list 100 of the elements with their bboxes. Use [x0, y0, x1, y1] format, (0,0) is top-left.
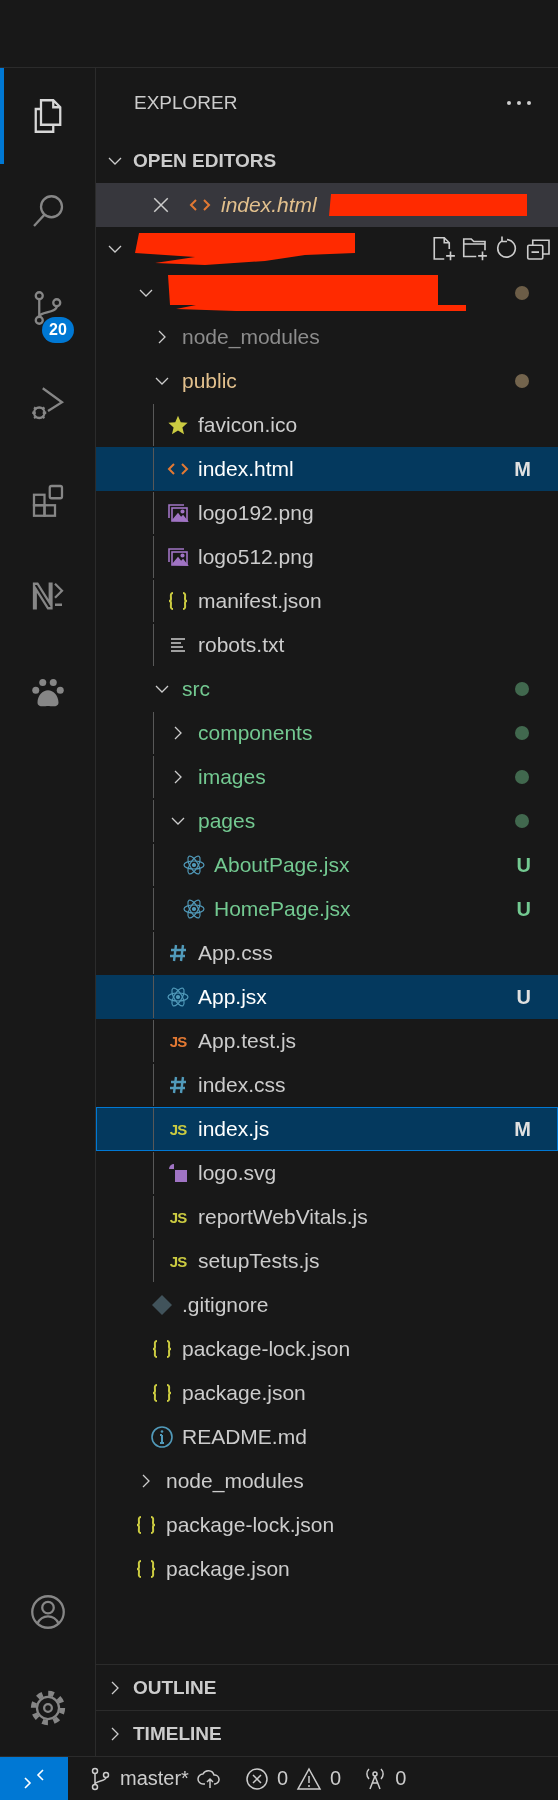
tree-item[interactable]: components	[96, 711, 558, 755]
tree-item[interactable]: src	[96, 667, 558, 711]
tree-item[interactable]: logo.svg	[96, 1151, 558, 1195]
file-name: robots.txt	[198, 633, 285, 657]
tree-item[interactable]: index.css	[96, 1063, 558, 1107]
file-name: index.js	[198, 1117, 270, 1141]
remote-icon	[23, 1767, 45, 1790]
file-name: App.jsx	[198, 985, 267, 1009]
js-file-icon: JS	[169, 1252, 187, 1270]
section-header[interactable]: OUTLINE	[96, 1664, 558, 1710]
tree-item[interactable]: manifest.json	[96, 579, 558, 623]
tree-item[interactable]: App.css	[96, 931, 558, 975]
file-name: src	[182, 677, 210, 701]
tree-item[interactable]: logo192.png	[96, 491, 558, 535]
file-name: HomePage.jsx	[214, 897, 351, 921]
file-name: App.test.js	[198, 1029, 297, 1053]
section-title: TIMELINE	[133, 1722, 222, 1745]
atom-icon	[182, 854, 206, 876]
lines-icon	[169, 637, 187, 653]
tree-item[interactable]: package.json	[96, 1547, 558, 1591]
tree-item[interactable]: App.jsx U	[96, 975, 558, 1019]
tree-item[interactable]: JS index.js M	[96, 1107, 558, 1151]
count-badge: 20	[42, 317, 74, 343]
file-name: App.css	[198, 941, 273, 965]
info-icon	[150, 1425, 174, 1449]
ports-count: 0	[395, 1767, 407, 1790]
file-name: .gitignore	[182, 1293, 269, 1317]
atom-icon	[166, 986, 190, 1008]
branch-status[interactable]: master*	[90, 1766, 223, 1791]
tree-item[interactable]: .gitignore	[96, 1283, 558, 1327]
braces-icon	[135, 1515, 157, 1535]
ports-status[interactable]: 0	[363, 1766, 407, 1791]
file-name: manifest.json	[198, 589, 322, 613]
braces-icon	[151, 1339, 173, 1359]
section-title: OPEN EDITORS	[133, 149, 277, 172]
file-name: node_modules	[166, 1469, 304, 1493]
tree-item[interactable]: node_modules	[96, 315, 558, 359]
git-status-letter: U	[516, 853, 531, 877]
section-title: OUTLINE	[133, 1676, 217, 1699]
tree-item[interactable]: JS App.test.js	[96, 1019, 558, 1063]
branch-icon	[90, 1766, 112, 1791]
file-name: setupTests.js	[198, 1249, 320, 1273]
section-header[interactable]: TIMELINE	[96, 1710, 558, 1756]
close-icon[interactable]	[152, 196, 170, 214]
js-file-icon: JS	[169, 1208, 187, 1226]
problems-status[interactable]: 0 0	[244, 1766, 342, 1791]
code-brackets-icon	[167, 461, 189, 477]
file-name: index.css	[198, 1073, 286, 1097]
tree-item[interactable]: README.md	[96, 1415, 558, 1459]
warning-count: 0	[330, 1767, 342, 1790]
braces-icon	[135, 1559, 157, 1579]
file-name: public	[182, 369, 237, 393]
file-name: index.html	[198, 457, 294, 481]
tree-item[interactable]: HomePage.jsx U	[96, 887, 558, 931]
braces-icon	[151, 1383, 173, 1403]
js-file-icon: JS	[169, 1032, 187, 1050]
tree-item[interactable]: pages	[96, 799, 558, 843]
image-icon	[167, 503, 189, 523]
tree-item[interactable]: robots.txt	[96, 623, 558, 667]
file-name: pages	[198, 809, 256, 833]
more-icon[interactable]	[506, 100, 532, 106]
error-count: 0	[276, 1767, 289, 1790]
image-icon	[167, 547, 189, 567]
tree-item[interactable]: public	[96, 359, 558, 403]
tree-item[interactable]: package-lock.json	[96, 1327, 558, 1371]
file-name: logo512.png	[198, 545, 314, 569]
tree-item[interactable]: AboutPage.jsx U	[96, 843, 558, 887]
tree-item[interactable]: package.json	[96, 1371, 558, 1415]
file-name: logo192.png	[198, 501, 314, 525]
git-status-letter: M	[514, 1117, 531, 1141]
diamond-icon	[151, 1294, 173, 1316]
error-icon	[244, 1766, 269, 1791]
tree-item[interactable]: JS reportWebVitals.js	[96, 1195, 558, 1239]
shapes-icon	[167, 1162, 189, 1184]
tree-item[interactable]: package-lock.json	[96, 1503, 558, 1547]
file-name: AboutPage.jsx	[214, 853, 350, 877]
explorer-title: EXPLORER	[134, 92, 238, 114]
file-name: components	[198, 721, 313, 745]
tree-item[interactable]: JS setupTests.js	[96, 1239, 558, 1283]
git-status-letter: M	[514, 457, 531, 481]
braces-icon	[167, 591, 189, 611]
file-name: README.md	[182, 1425, 307, 1449]
tree-item[interactable]: index.html M	[96, 447, 558, 491]
tree-item[interactable]: node_modules	[96, 1459, 558, 1503]
tree-item[interactable]: images	[96, 755, 558, 799]
file-name: reportWebVitals.js	[198, 1205, 368, 1229]
open-editor-item[interactable]: index.html	[96, 183, 558, 227]
tree-item[interactable]: favicon.ico	[96, 403, 558, 447]
git-status-letter: U	[516, 985, 531, 1009]
hash-icon	[168, 943, 188, 963]
section-header[interactable]: OPEN EDITORS	[96, 138, 558, 183]
file-name: package-lock.json	[166, 1513, 335, 1537]
branch-name: master*	[120, 1767, 189, 1790]
code-brackets-icon	[189, 197, 211, 213]
tree-item[interactable]: logo512.png	[96, 535, 558, 579]
file-name: images	[198, 765, 266, 789]
activity-item[interactable]: 20	[0, 260, 95, 356]
atom-icon	[182, 898, 206, 920]
file-name: logo.svg	[198, 1161, 277, 1185]
file-name: node_modules	[182, 325, 320, 349]
